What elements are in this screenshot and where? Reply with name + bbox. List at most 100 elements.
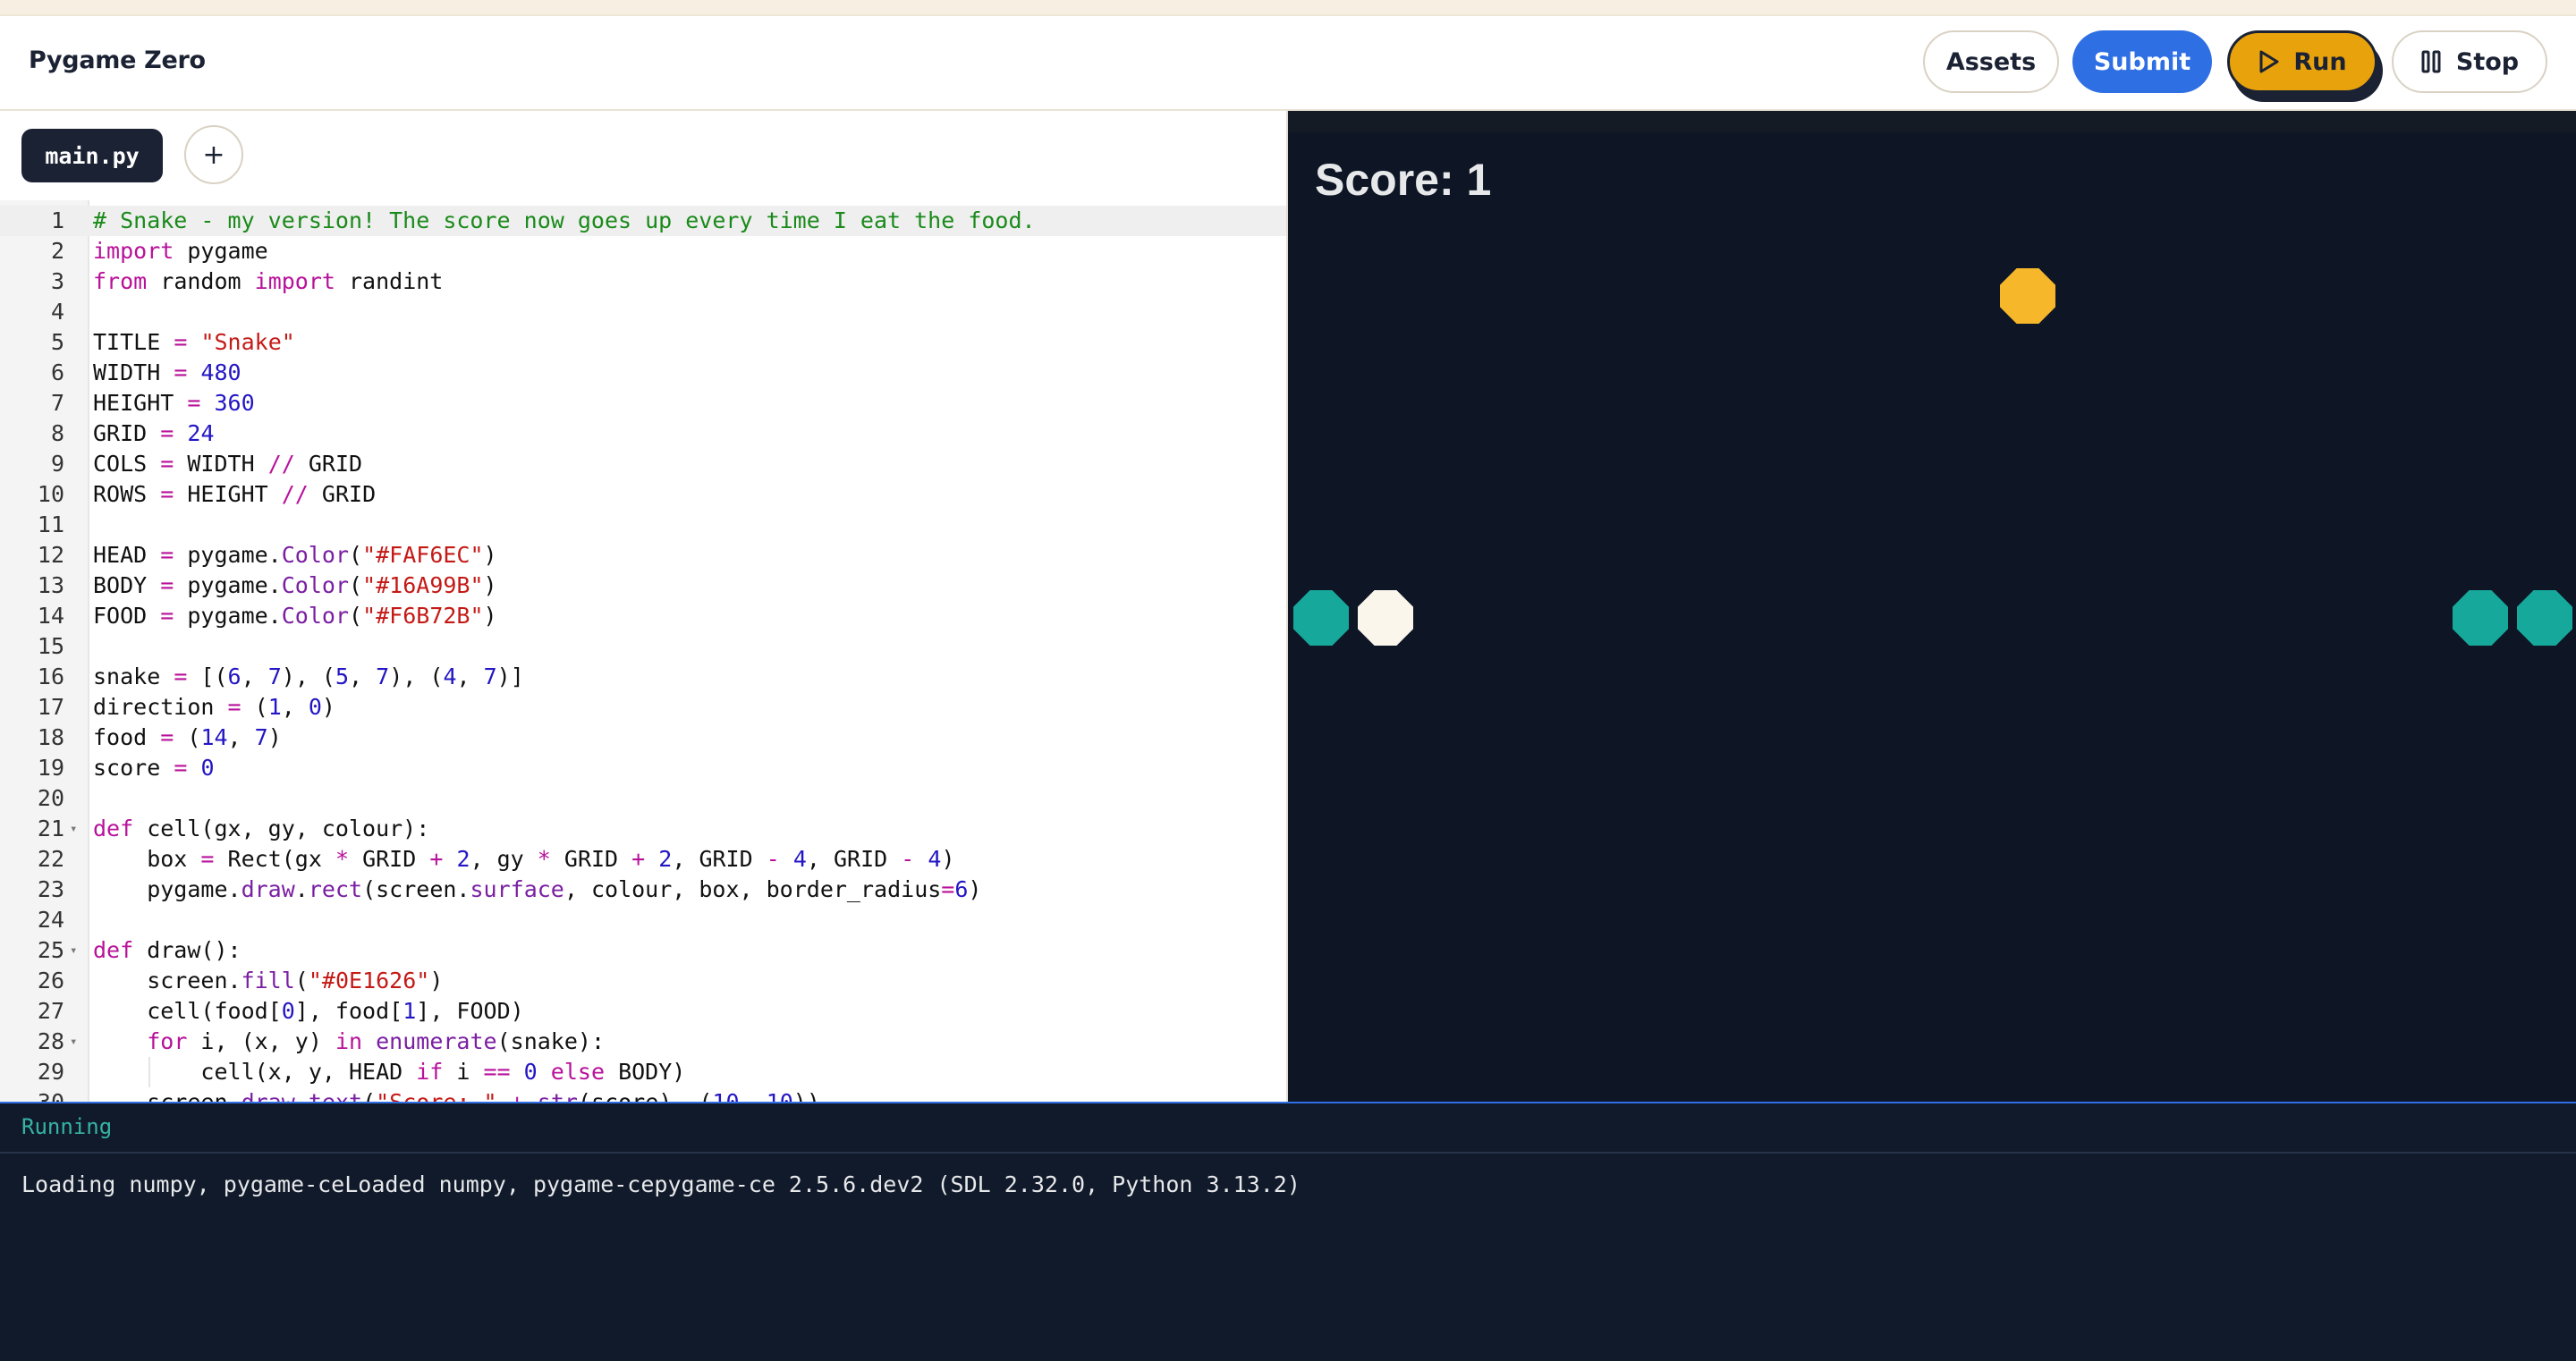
code-line[interactable]: 2 import pygame [0, 236, 1286, 266]
stop-button-label: Stop [2455, 47, 2520, 76]
code-token: ROWS [93, 481, 161, 507]
code-text: HEAD = pygame.Color("#FAF6EC") [93, 540, 497, 571]
code-text: cell(x, y, HEAD if i == 0 else BODY) [93, 1057, 685, 1087]
line-number: 21 [37, 816, 64, 841]
assets-button[interactable]: Assets [1923, 30, 2059, 93]
code-token: ( [349, 603, 363, 629]
code-token: 2 [456, 846, 470, 872]
code-token: i [443, 1059, 484, 1085]
code-token: , GRID [806, 846, 902, 872]
code-line[interactable]: 26 screen.fill("#0E1626") [0, 966, 1286, 996]
add-file-button[interactable]: + [184, 125, 243, 184]
code-line[interactable]: 16 snake = [(6, 7), (5, 7), (4, 7)] [0, 662, 1286, 692]
code-line[interactable]: 22 box = Rect(gx * GRID + 2, gy * GRID +… [0, 844, 1286, 875]
code-line[interactable]: 17 direction = (1, 0) [0, 692, 1286, 723]
code-token: def [93, 816, 134, 841]
code-token: = [174, 359, 188, 385]
code-token: 4 [443, 664, 457, 689]
console-status-bar: Running [0, 1103, 2576, 1154]
code-line[interactable]: 8 GRID = 24 [0, 418, 1286, 449]
code-token: , GRID [672, 846, 767, 872]
code-token: ( [349, 542, 363, 568]
code-token: 1 [402, 998, 417, 1024]
code-token: cell(food[ [93, 998, 282, 1024]
code-token: , gy [470, 846, 538, 872]
code-token: )) [793, 1089, 820, 1102]
fold-toggle-icon[interactable]: ▾ [70, 935, 77, 966]
line-number: 5 [50, 329, 64, 355]
code-token: snake [93, 664, 174, 689]
code-line[interactable]: 7 HEIGHT = 360 [0, 388, 1286, 418]
code-line[interactable]: 24 [0, 905, 1286, 935]
code-line[interactable]: 29 cell(x, y, HEAD if i == 0 else BODY) [0, 1057, 1286, 1087]
code-token: + [429, 846, 444, 872]
code-line[interactable]: 27 cell(food[0], food[1], FOOD) [0, 996, 1286, 1027]
code-line[interactable]: 5 TITLE = "Snake" [0, 327, 1286, 358]
line-number: 20 [37, 785, 64, 811]
code-text: # Snake - my version! The score now goes… [93, 206, 1036, 236]
code-token: = [160, 572, 174, 598]
code-token: 7 [254, 724, 268, 750]
code-line[interactable]: 21 ▾ def cell(gx, gy, colour): [0, 814, 1286, 844]
code-line[interactable]: 28 ▾ for i, (x, y) in enumerate(snake): [0, 1027, 1286, 1057]
code-line[interactable]: 20 [0, 783, 1286, 814]
app-title: Pygame Zero [29, 46, 206, 74]
line-number: 6 [50, 359, 64, 385]
code-token: 4 [928, 846, 942, 872]
fold-toggle-icon[interactable]: ▾ [70, 814, 77, 844]
code-line[interactable]: 23 pygame.draw.rect(screen.surface, colo… [0, 875, 1286, 905]
code-token: rect [308, 876, 363, 902]
code-token: * [537, 846, 551, 872]
code-token: = [187, 390, 201, 416]
code-token: food [93, 724, 161, 750]
tab-main-py[interactable]: main.py [21, 129, 163, 182]
code-token: "#FAF6EC" [362, 542, 484, 568]
stop-button[interactable]: Stop [2392, 30, 2547, 93]
code-line[interactable]: 6 WIDTH = 480 [0, 358, 1286, 388]
code-line[interactable]: 4 [0, 297, 1286, 327]
game-canvas[interactable]: Score: 1 [1288, 111, 2576, 1102]
code-line[interactable]: 1 # Snake - my version! The score now goe… [0, 206, 1286, 236]
plus-icon: + [202, 139, 225, 171]
code-token: == [483, 1059, 511, 1085]
code-token: pygame. [93, 876, 242, 902]
line-number: 2 [50, 238, 64, 264]
code-token: 5 [335, 664, 350, 689]
code-token: str [538, 1089, 578, 1102]
code-line[interactable]: 18 food = (14, 7) [0, 723, 1286, 753]
line-number: 23 [37, 876, 64, 902]
code-text: for i, (x, y) in enumerate(snake): [93, 1027, 605, 1057]
snake-head-cell [1358, 590, 1413, 646]
code-area[interactable]: 1 # Snake - my version! The score now goe… [0, 200, 1286, 1102]
code-line[interactable]: 30 screen.draw.text("Score: " + str(scor… [0, 1087, 1286, 1102]
console-panel: Running Loading numpy, pygame-ceLoaded n… [0, 1102, 2576, 1361]
code-token: , colour, box, border_radius [564, 876, 942, 902]
code-token: box [93, 846, 201, 872]
line-number: 10 [37, 481, 64, 507]
code-token: 6 [227, 664, 242, 689]
code-token: 7 [376, 664, 390, 689]
code-line[interactable]: 9 COLS = WIDTH // GRID [0, 449, 1286, 479]
line-number: 8 [50, 420, 64, 446]
code-line[interactable]: 14 FOOD = pygame.Color("#F6B72B") [0, 601, 1286, 631]
code-token: fill [241, 968, 295, 993]
code-token: score [93, 755, 174, 781]
game-canvas-topbar [1288, 111, 2576, 132]
code-line[interactable]: 15 [0, 631, 1286, 662]
submit-button[interactable]: Submit [2072, 30, 2212, 93]
code-line[interactable]: 13 BODY = pygame.Color("#16A99B") [0, 571, 1286, 601]
code-line[interactable]: 25 ▾ def draw(): [0, 935, 1286, 966]
fold-toggle-icon[interactable]: ▾ [70, 1027, 77, 1057]
code-line[interactable]: 12 HEAD = pygame.Color("#FAF6EC") [0, 540, 1286, 571]
code-line[interactable]: 3 from random import randint [0, 266, 1286, 297]
code-line[interactable]: 10 ROWS = HEIGHT // GRID [0, 479, 1286, 510]
run-button[interactable]: Run [2227, 30, 2377, 93]
code-line[interactable]: 11 [0, 510, 1286, 540]
code-token: pygame. [174, 572, 282, 598]
code-line[interactable]: 19 score = 0 [0, 753, 1286, 783]
